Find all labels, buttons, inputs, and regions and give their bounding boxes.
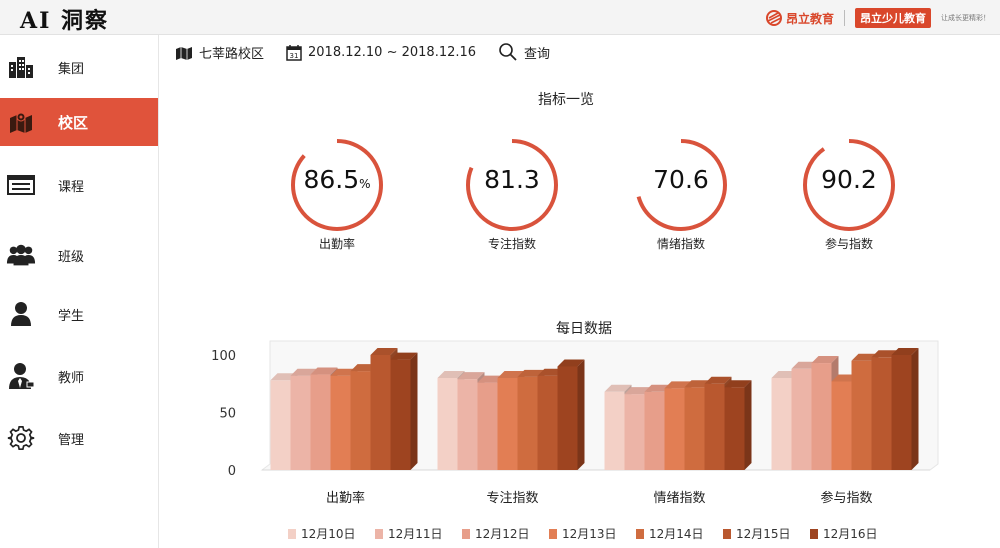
bar-front: [390, 359, 411, 470]
bar-front: [684, 387, 705, 470]
x-tick-label: 参与指数: [820, 490, 872, 506]
bar-front: [851, 360, 872, 470]
bar-front: [310, 374, 331, 470]
bar-front: [624, 394, 645, 470]
bar-front: [831, 381, 852, 470]
bar-front: [871, 357, 892, 470]
bar-front: [644, 391, 665, 470]
legend-item[interactable]: 12月12日: [462, 525, 530, 542]
legend-swatch: [636, 528, 644, 539]
bar-front: [704, 383, 725, 470]
bar-front: [771, 378, 792, 470]
legend-swatch: [375, 528, 383, 539]
bar-front: [437, 378, 458, 470]
bar-front: [891, 355, 912, 470]
legend-item[interactable]: 12月13日: [549, 525, 617, 542]
bar-front: [724, 387, 745, 470]
x-tick-label: 情绪指数: [653, 491, 705, 506]
bar-front: [370, 355, 391, 470]
legend-label: 12月11日: [388, 527, 443, 541]
bar-front: [270, 380, 291, 470]
y-tick-label: 0: [228, 464, 236, 479]
legend-label: 12月14日: [649, 527, 704, 541]
legend-label: 12月15日: [736, 527, 791, 541]
legend-label: 12月10日: [301, 527, 356, 541]
bar-front: [557, 366, 578, 470]
bar-front: [537, 375, 558, 470]
bar-front: [350, 371, 371, 470]
bar-front: [811, 363, 832, 470]
bar: [724, 380, 752, 470]
bar-front: [664, 388, 685, 470]
legend-label: 12月16日: [823, 527, 878, 541]
bar-side: [410, 352, 418, 470]
bar-front: [604, 391, 625, 470]
y-tick-label: 100: [211, 349, 236, 364]
x-tick-label: 出勤率: [326, 490, 365, 506]
legend-label: 12月12日: [475, 527, 530, 541]
bar-front: [477, 382, 498, 470]
bar: [557, 359, 585, 470]
x-tick-label: 专注指数: [486, 491, 538, 506]
bar-front: [517, 376, 538, 470]
daily-bar-chart: 0 50 100 出勤率 专注指数 情绪指数 参与指数: [211, 340, 939, 506]
legend-item[interactable]: 12月15日: [723, 525, 791, 542]
y-tick-label: 50: [219, 407, 236, 422]
bar-front: [457, 379, 478, 470]
bar: [390, 352, 418, 470]
legend-swatch: [462, 528, 470, 539]
bar-front: [497, 378, 518, 470]
legend-item[interactable]: 12月10日: [288, 525, 356, 542]
legend-item[interactable]: 12月11日: [375, 525, 443, 542]
legend-label: 12月13日: [562, 527, 617, 541]
legend-swatch: [549, 528, 557, 539]
legend-swatch: [810, 528, 818, 539]
bar-side: [911, 348, 919, 470]
legend-item[interactable]: 12月16日: [810, 525, 878, 542]
bar: [891, 348, 919, 470]
bar-front: [330, 375, 351, 470]
legend-swatch: [723, 528, 731, 539]
bar-side: [577, 359, 585, 470]
legend-swatch: [288, 528, 296, 539]
bar-front: [791, 368, 812, 470]
bar-side: [744, 380, 752, 470]
legend-item[interactable]: 12月14日: [636, 525, 704, 542]
bar-front: [290, 375, 311, 470]
